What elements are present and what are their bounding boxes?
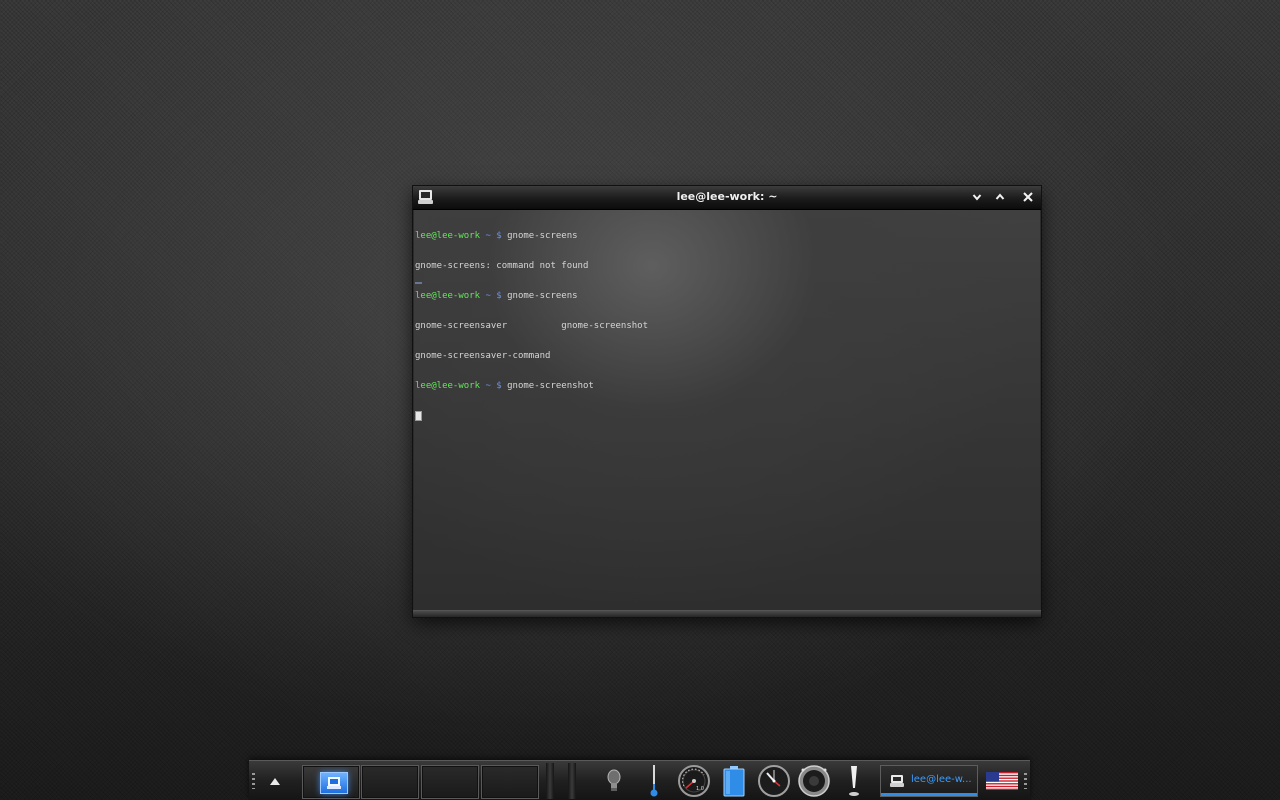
- maximize-icon: [995, 193, 1005, 200]
- workspace-window-thumbnail: [320, 772, 348, 794]
- chevron-up-icon: [270, 777, 280, 785]
- terminal-line: gnome-screensaver-command: [415, 351, 648, 361]
- output-text: gnome-screensaver gnome-screenshot: [415, 321, 648, 331]
- thermometer-icon: [650, 765, 658, 797]
- terminal-line: gnome-screens: command not found: [415, 261, 648, 271]
- minimize-icon: [972, 194, 982, 201]
- speedometer-applet[interactable]: 1.0: [676, 764, 712, 798]
- taskbar-item-terminal[interactable]: lee@lee-w...: [880, 765, 978, 797]
- workspace-2[interactable]: [361, 765, 419, 799]
- window-title: lee@lee-work: ~: [676, 190, 778, 203]
- gauge-label: 1.0: [696, 786, 704, 792]
- command-text: gnome-screens: [507, 291, 578, 301]
- window-bottom-border[interactable]: [413, 610, 1041, 617]
- prompt-user: lee@lee-work: [415, 381, 481, 391]
- battery-icon: [723, 766, 745, 797]
- terminal-output: lee@lee-work ~ $ gnome-screens gnome-scr…: [415, 211, 648, 441]
- workspace-4[interactable]: [481, 765, 539, 799]
- us-flag-icon: [986, 772, 1018, 790]
- clock-icon: [758, 765, 790, 797]
- close-icon: [1023, 192, 1033, 202]
- dock-separator: [546, 763, 554, 799]
- keyboard-layout-button[interactable]: [986, 772, 1018, 790]
- terminal-line: [415, 411, 648, 421]
- command-text: gnome-screens: [507, 231, 578, 241]
- dock-menu-button[interactable]: [263, 769, 287, 793]
- terminal-line: lee@lee-work ~ $ gnome-screenshot: [415, 381, 648, 391]
- terminal-line: gnome-screensaver gnome-screenshot: [415, 321, 648, 331]
- lightbulb-applet[interactable]: [596, 764, 632, 798]
- dock-grip-right[interactable]: [1024, 773, 1027, 789]
- maximize-button[interactable]: [992, 189, 1008, 205]
- workspace-1[interactable]: [302, 765, 360, 799]
- prompt-user: lee@lee-work: [415, 231, 481, 241]
- prompt-path: ~ $: [480, 231, 508, 241]
- close-button[interactable]: [1020, 189, 1036, 205]
- command-text: gnome-screenshot: [507, 381, 594, 391]
- terminal-line: lee@lee-work ~ $ gnome-screens: [415, 291, 648, 301]
- clock-applet[interactable]: [756, 764, 792, 798]
- prompt-user: lee@lee-work: [415, 291, 481, 301]
- terminal-icon: [327, 777, 341, 789]
- bottom-dock: 1.0 lee@lee-w...: [249, 760, 1030, 800]
- dock-separator: [568, 763, 576, 799]
- output-text: gnome-screens: command not found: [415, 261, 589, 271]
- thermometer-applet[interactable]: [636, 764, 672, 798]
- dock-grip-left[interactable]: [252, 773, 255, 789]
- exclamation-icon: [849, 766, 859, 796]
- battery-applet[interactable]: [716, 764, 752, 798]
- prompt-path: ~ $: [480, 291, 508, 301]
- window-titlebar[interactable]: lee@lee-work: ~: [413, 186, 1041, 210]
- speedometer-icon: 1.0: [678, 765, 710, 797]
- terminal-icon: [889, 773, 905, 792]
- prompt-path: ~ $: [480, 381, 508, 391]
- minimize-button[interactable]: [969, 189, 985, 205]
- output-text: gnome-screensaver-command: [415, 351, 551, 361]
- volume-applet[interactable]: [796, 764, 832, 798]
- speaker-icon: [798, 765, 830, 797]
- terminal-window[interactable]: lee@lee-work: ~ lee@lee-work ~ $ gnome-s…: [413, 186, 1041, 617]
- text-cursor: [415, 411, 422, 421]
- lightbulb-icon: [607, 769, 621, 791]
- terminal-line: lee@lee-work ~ $ gnome-screens: [415, 231, 648, 241]
- workspace-3[interactable]: [421, 765, 479, 799]
- cursor-underline: [415, 282, 422, 284]
- terminal-area[interactable]: lee@lee-work ~ $ gnome-screens gnome-scr…: [414, 210, 1040, 611]
- notification-applet[interactable]: [836, 764, 872, 798]
- taskbar-item-label: lee@lee-w...: [911, 774, 972, 785]
